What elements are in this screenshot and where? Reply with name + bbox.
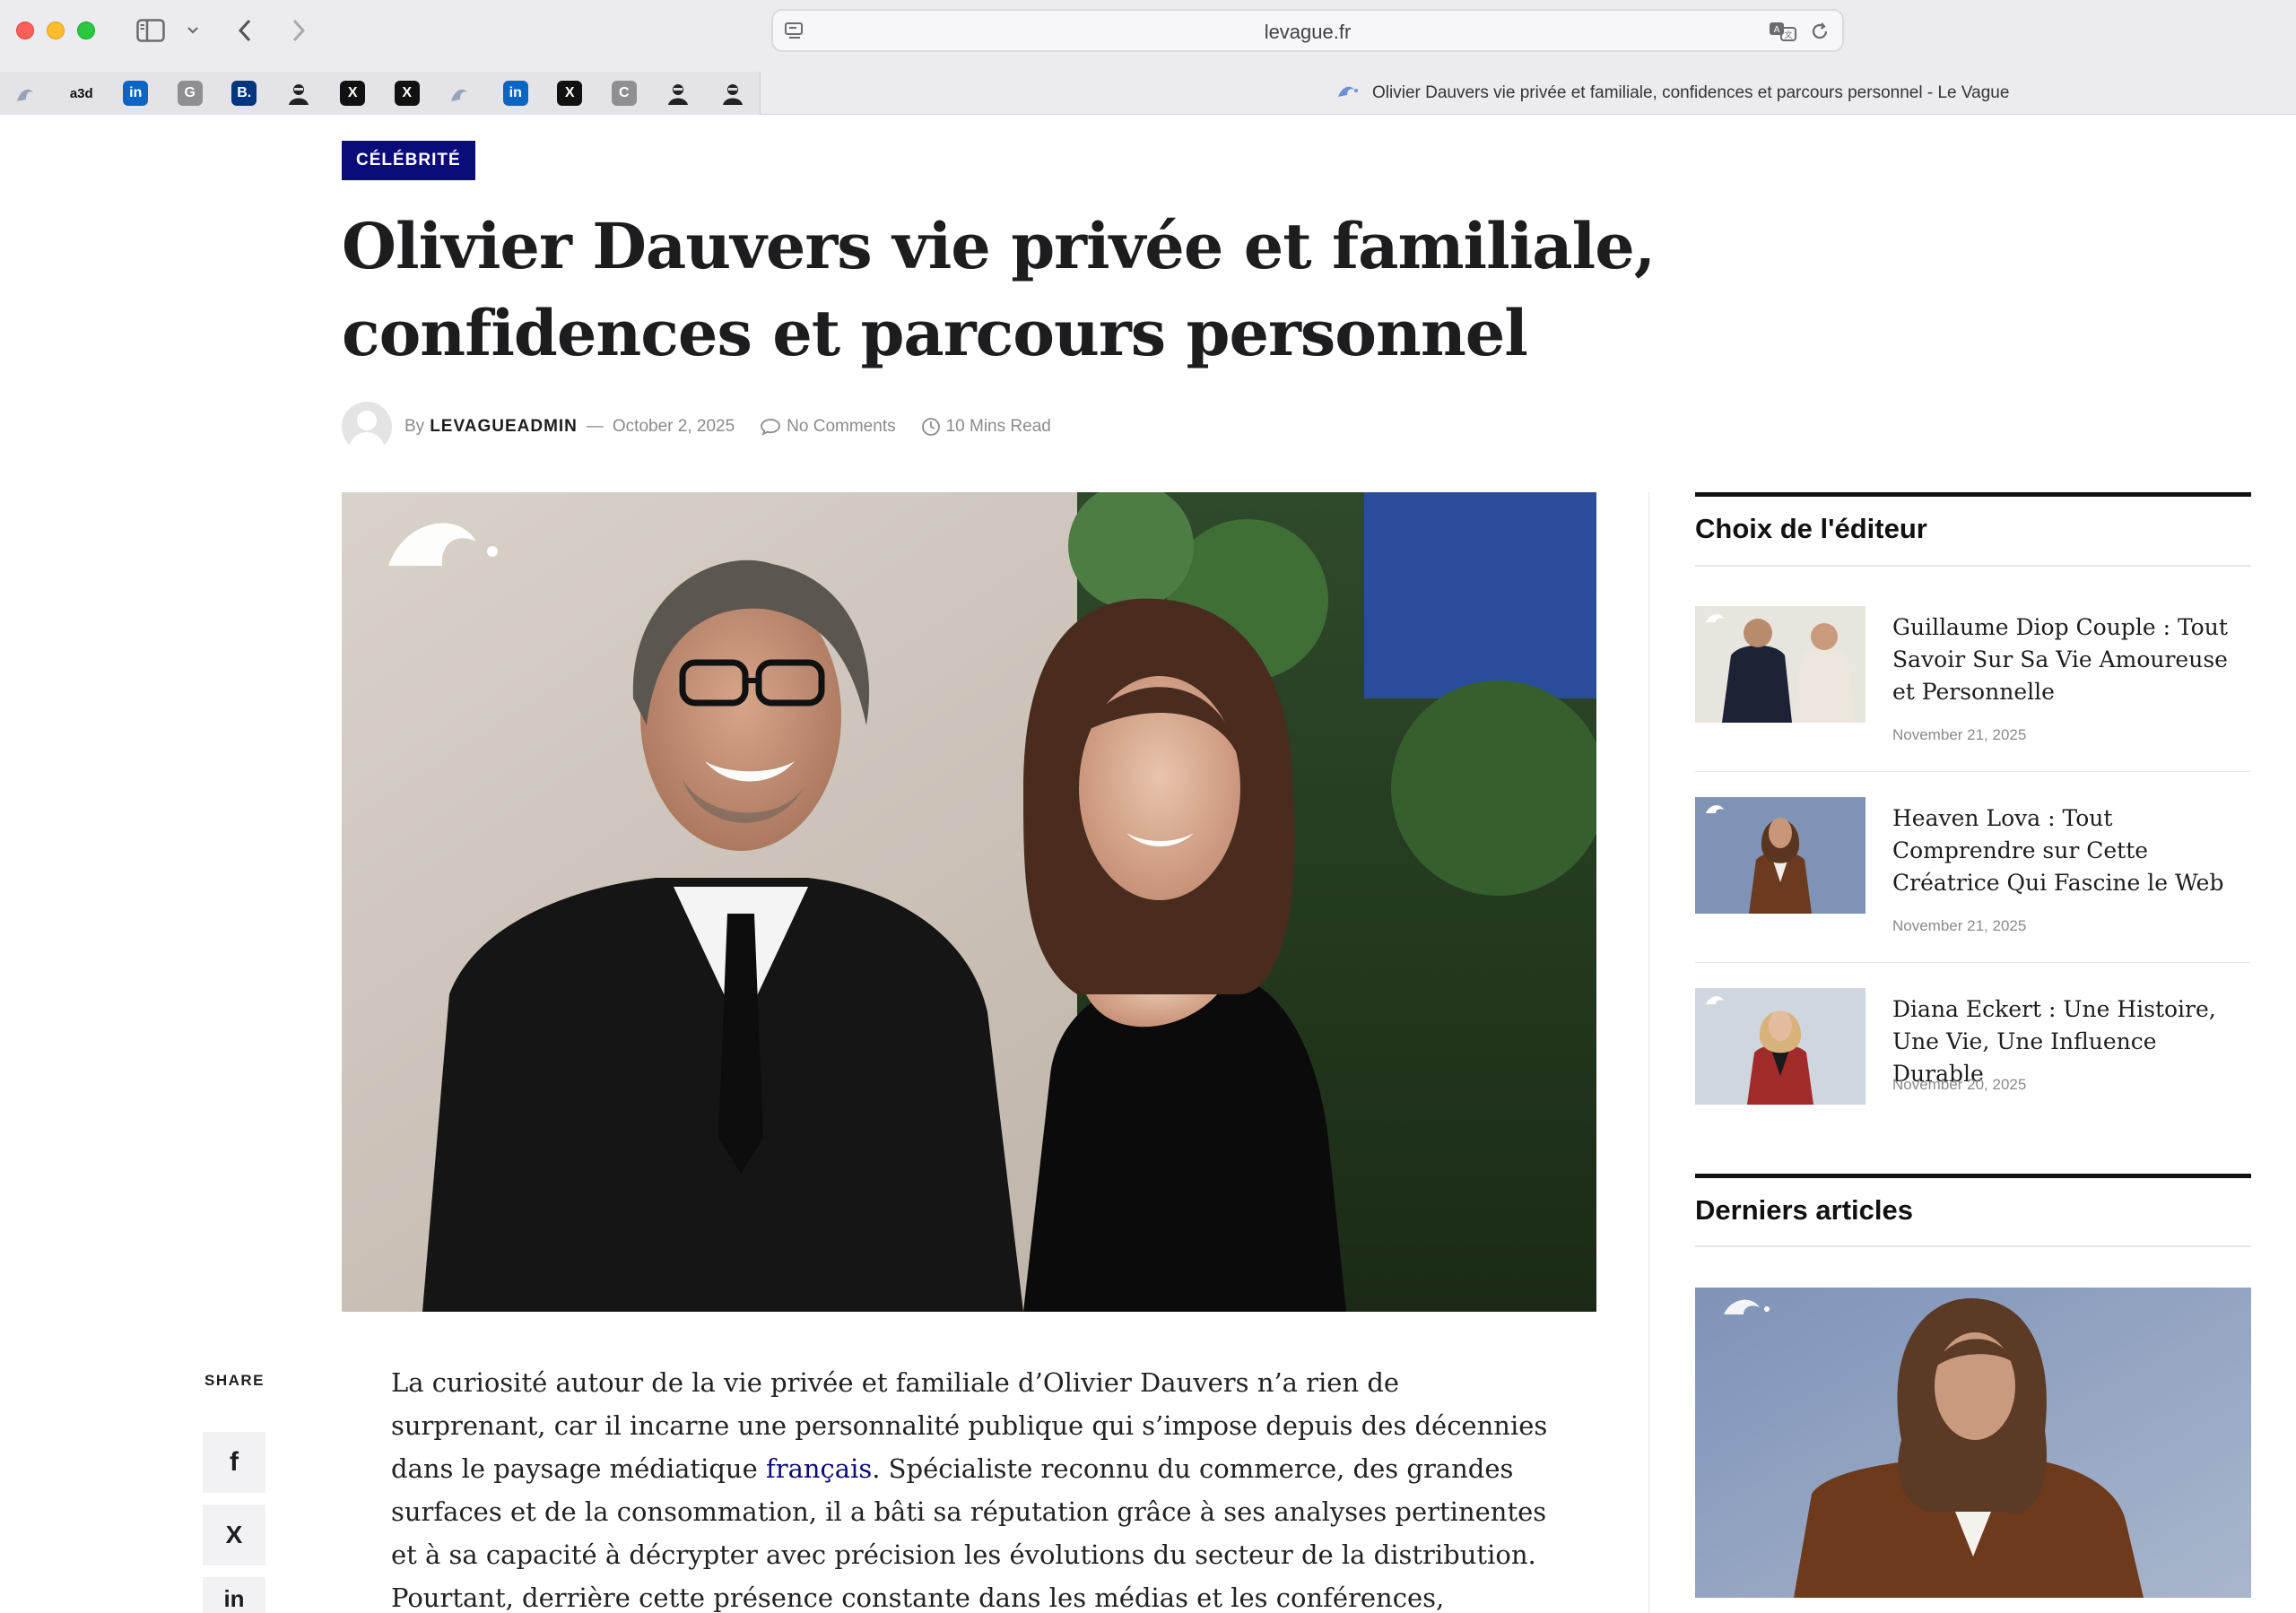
pick-thumbnail[interactable] [1695, 988, 1866, 1105]
chevron-down-icon[interactable] [183, 13, 203, 48]
wave-favicon [14, 81, 40, 106]
comments-count: No Comments [787, 417, 896, 436]
site-wave-icon [1336, 82, 1361, 104]
linkedin-icon: in [223, 1585, 245, 1612]
zoom-window-button[interactable] [77, 22, 95, 39]
browser-toolbar: levague.fr A文 a3d in G B. X Xin X C Olivier Dau… [0, 0, 2296, 115]
section-title-bar [1695, 1174, 2251, 1178]
g-favicon: G [177, 81, 203, 106]
article-inline-link[interactable]: français [766, 1453, 872, 1484]
favorite-item[interactable]: C [597, 72, 652, 115]
active-tab[interactable]: Olivier Dauvers vie privée et familiale,… [1336, 82, 2009, 104]
page-title: Olivier Dauvers vie privée et familiale,… [342, 209, 1656, 370]
profile-favicon [665, 81, 691, 106]
share-label: SHARE [204, 1372, 265, 1389]
favorite-item[interactable] [0, 72, 55, 115]
share-x-button[interactable]: X [203, 1505, 265, 1565]
pick-date: November 21, 2025 [1892, 726, 2027, 743]
forward-arrow-icon[interactable] [283, 13, 314, 48]
address-bar[interactable]: levague.fr A文 [771, 9, 1844, 52]
read-time-text: 10 Mins Read [945, 417, 1051, 436]
section-title-bar [1695, 492, 2251, 497]
svg-text:文: 文 [1784, 30, 1792, 40]
avatar[interactable] [342, 402, 392, 452]
pick-title-link[interactable]: Guillaume Diop Couple : Tout Savoir Sur … [1892, 611, 2251, 708]
tab-title-text: Olivier Dauvers vie privée et familiale,… [1372, 83, 2010, 102]
editors-pick-item[interactable]: Guillaume Diop Couple : Tout Savoir Sur … [1695, 606, 2251, 750]
linkedin-favicon: in [123, 81, 149, 106]
comment-icon [761, 419, 781, 436]
favorite-item[interactable] [272, 72, 326, 115]
hero-image [342, 492, 1596, 1312]
translate-icon[interactable]: A文 [1769, 21, 1797, 47]
svg-text:A: A [1774, 25, 1780, 35]
favorite-item[interactable]: X [326, 72, 380, 115]
publish-date: October 2, 2025 [612, 417, 735, 436]
share-facebook-button[interactable]: f [203, 1432, 265, 1493]
x-favicon: X [340, 81, 366, 106]
category-badge[interactable]: CÉLÉBRITÉ [342, 141, 475, 180]
section-underline [1695, 1245, 2251, 1247]
comments-link[interactable]: No Comments [760, 417, 896, 437]
pick-thumbnail[interactable] [1695, 606, 1866, 723]
editors-choice-title: Choix de l'éditeur [1695, 513, 1927, 544]
favorite-item[interactable] [434, 72, 489, 115]
x-favicon: X [557, 81, 583, 106]
favorite-item[interactable]: a3d [55, 72, 109, 115]
editors-pick-item[interactable]: Diana Eckert : Une Histoire, Une Vie, Un… [1695, 988, 2251, 1123]
minimize-window-button[interactable] [47, 22, 65, 39]
pick-thumbnail[interactable] [1695, 797, 1866, 914]
favorite-item[interactable]: G [163, 72, 218, 115]
favorite-item[interactable]: X [380, 72, 435, 115]
back-arrow-icon[interactable] [230, 13, 260, 48]
reload-icon[interactable] [1810, 21, 1830, 47]
by-label: By [404, 417, 425, 436]
favorite-item[interactable]: B. [217, 72, 272, 115]
linkedin-favicon: in [502, 81, 528, 106]
pick-title-link[interactable]: Heaven Lova : Tout Comprendre sur Cette … [1892, 802, 2251, 899]
article-paragraph: La curiosité autour de la vie privée et … [391, 1361, 1557, 1613]
pick-separator [1695, 962, 2251, 963]
favorite-item[interactable]: in [489, 72, 544, 115]
favorite-item[interactable] [706, 72, 761, 115]
close-window-button[interactable] [16, 22, 34, 39]
pick-date: November 21, 2025 [1892, 917, 2027, 934]
profile-favicon [719, 81, 745, 106]
booking-favicon: B. [231, 81, 257, 106]
url-text: levague.fr [1264, 21, 1352, 43]
article-meta: By LEVAGUEADMIN — October 2, 2025 No Com… [342, 402, 1051, 452]
latest-articles-title: Derniers articles [1695, 1194, 1913, 1226]
facebook-icon: f [230, 1447, 239, 1477]
meta-separator: — [586, 417, 604, 436]
clock-icon [921, 418, 940, 436]
sidebar-toggle-icon[interactable] [133, 13, 169, 48]
wave-favicon [448, 81, 474, 106]
author-link[interactable]: LEVAGUEADMIN [430, 417, 578, 437]
column-divider [1648, 492, 1649, 1613]
profile-favicon [285, 81, 311, 106]
favorite-item[interactable]: in [109, 72, 163, 115]
read-time: 10 Mins Read [921, 417, 1051, 437]
favorite-item[interactable]: X [543, 72, 597, 115]
favorites-bar: a3d in G B. X Xin X C [0, 72, 761, 115]
pick-separator [1695, 771, 2251, 772]
x-icon: X [225, 1521, 243, 1548]
c-favicon: C [611, 81, 637, 106]
editors-pick-item[interactable]: Heaven Lova : Tout Comprendre sur Cette … [1695, 797, 2251, 941]
share-linkedin-button[interactable]: in [203, 1577, 265, 1613]
latest-article-image[interactable] [1695, 1288, 2251, 1598]
favorite-item[interactable] [651, 72, 706, 115]
a3d-favicon: a3d [65, 81, 97, 106]
pick-date: November 20, 2025 [1892, 1076, 2027, 1093]
x-favicon: X [394, 81, 420, 106]
section-underline [1695, 565, 2251, 567]
